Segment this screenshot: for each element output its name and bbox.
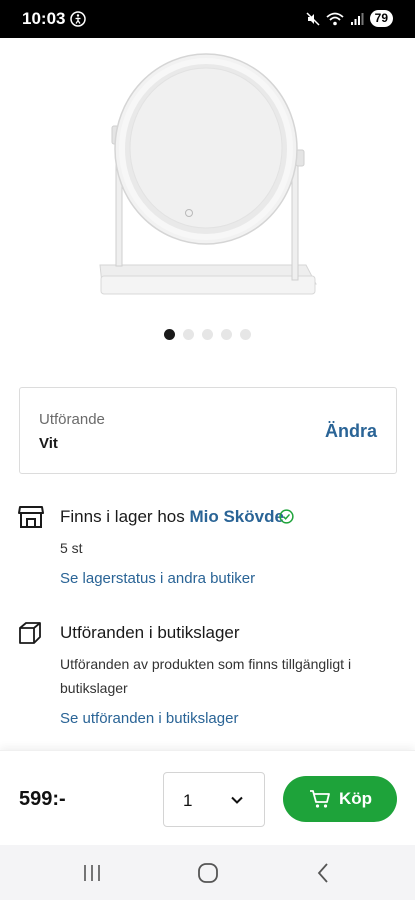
carousel-dot[interactable]: [240, 329, 251, 340]
signal-icon: [350, 12, 364, 25]
store-variants-description: Utföranden av produkten som finns tillgä…: [60, 656, 352, 696]
status-icons: 79: [306, 10, 393, 27]
chevron-down-icon: [231, 796, 243, 804]
buy-button[interactable]: Köp: [283, 776, 397, 822]
quantity-select[interactable]: 1: [163, 772, 265, 827]
battery-icon: 79: [369, 10, 393, 27]
status-time: 10:03: [22, 9, 66, 28]
variant-value: Vit: [39, 435, 58, 452]
quantity-value: 1: [183, 791, 193, 810]
price: 599:-: [19, 788, 66, 810]
store-variants-link[interactable]: Se utföranden i butikslager: [60, 710, 238, 727]
home-icon[interactable]: [196, 861, 220, 885]
purchase-bar: 599:- 1 Köp: [0, 750, 415, 845]
carousel-dot[interactable]: [183, 329, 194, 340]
carousel-dots: [0, 329, 415, 340]
check-circle-icon: [279, 509, 294, 524]
variant-card: Utförande Vit Ändra: [19, 387, 397, 474]
carousel-dot[interactable]: [221, 329, 232, 340]
stock-prefix: Finns i lager hos: [60, 507, 185, 526]
box-icon: [19, 622, 41, 644]
buy-label: Köp: [339, 789, 373, 808]
cart-icon: [310, 790, 330, 808]
store-link[interactable]: Mio Skövde: [189, 507, 283, 526]
store-variants-title: Utföranden i butikslager: [60, 623, 240, 642]
variant-label: Utförande: [39, 411, 105, 428]
store-icon: [18, 506, 44, 528]
system-nav-bar: [0, 845, 415, 900]
carousel-dot[interactable]: [164, 329, 175, 340]
carousel-dot[interactable]: [202, 329, 213, 340]
stock-status: Finns i lager hos Mio Skövde: [60, 507, 284, 527]
product-image[interactable]: [0, 38, 415, 318]
stock-count: 5 st: [60, 540, 83, 556]
recents-icon[interactable]: [80, 861, 104, 885]
mute-icon: [306, 11, 320, 26]
change-variant-button[interactable]: Ändra: [325, 421, 377, 442]
wifi-icon: [326, 12, 344, 25]
accessibility-icon: [70, 11, 86, 27]
other-stores-link[interactable]: Se lagerstatus i andra butiker: [60, 570, 255, 587]
back-icon[interactable]: [312, 861, 336, 885]
status-bar: 10:03 79: [0, 0, 415, 38]
